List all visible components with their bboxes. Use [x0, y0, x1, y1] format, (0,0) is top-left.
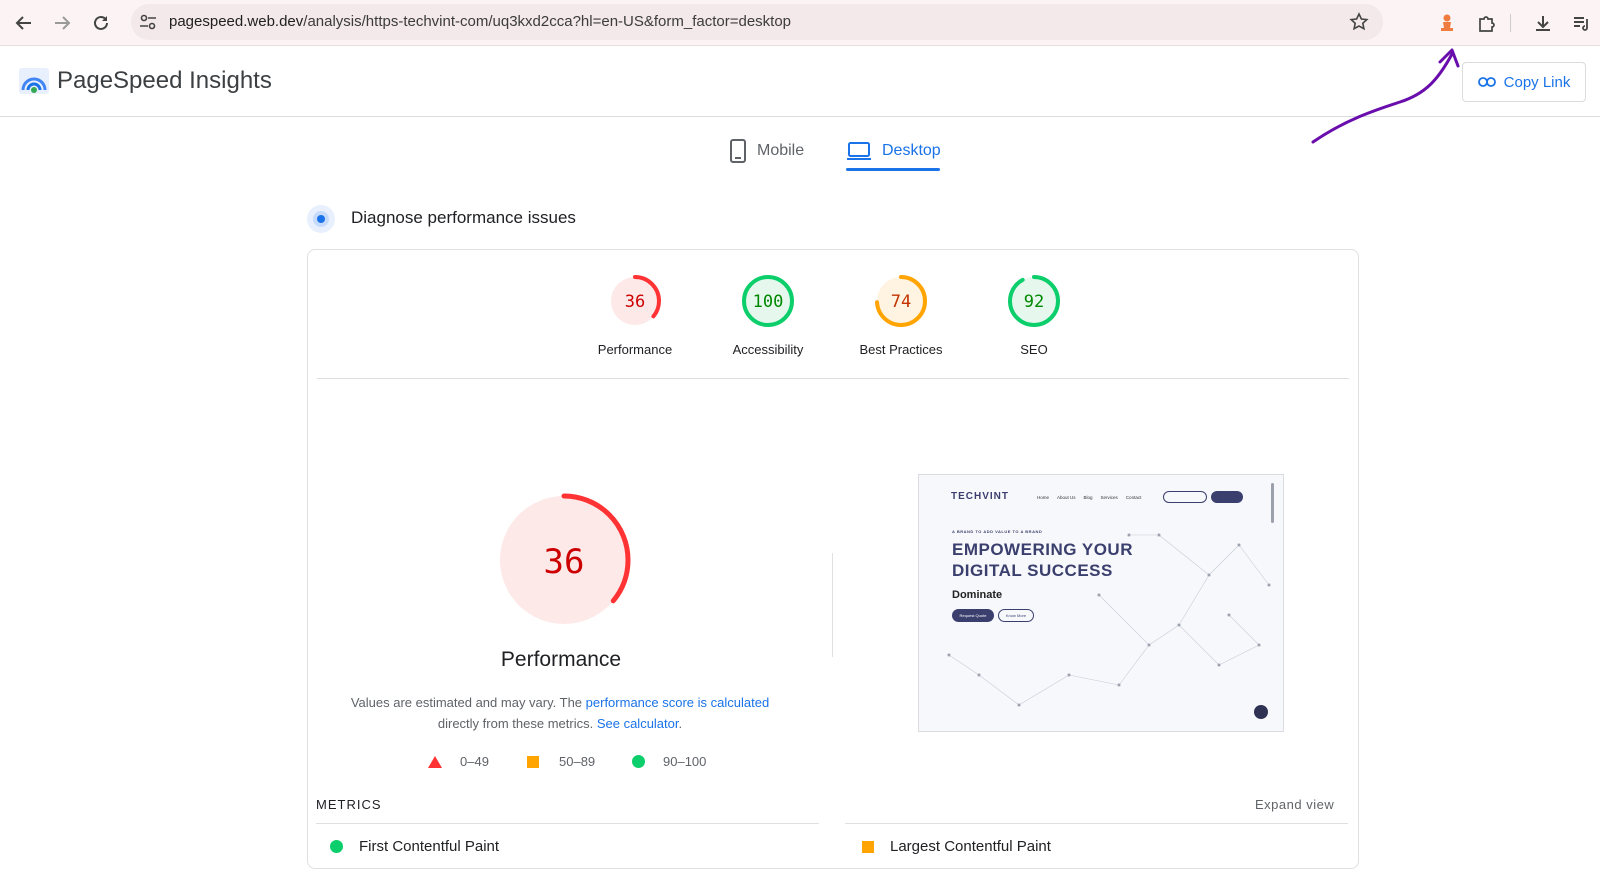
metrics-divider-right: [845, 823, 1348, 824]
screenshot-quote-button: [1211, 491, 1243, 503]
screenshot-subheadline: Dominate: [952, 589, 1003, 601]
legend-range: 90–100: [663, 754, 707, 769]
square-icon: [527, 755, 539, 768]
triangle-icon: [428, 755, 442, 768]
circle-icon: [632, 755, 645, 768]
screenshot-headline: EMPOWERING YOUR DIGITAL SUCCESS: [952, 539, 1133, 581]
gauge-label: SEO: [1020, 342, 1048, 357]
metrics-divider-left: [316, 823, 819, 824]
bookmark-star-icon[interactable]: [1349, 12, 1369, 32]
arrow-left-icon: [15, 16, 31, 30]
screenshot-scrollbar: [1271, 483, 1274, 523]
tab-desktop[interactable]: Desktop: [846, 130, 941, 172]
legend-range: 0–49: [460, 754, 489, 769]
screenshot-request-button: Request Quote: [952, 609, 994, 622]
gauge-ring: 100: [742, 275, 794, 327]
reload-icon: [94, 15, 108, 30]
score-note: Values are estimated and may vary. The p…: [330, 692, 790, 734]
tab-mobile[interactable]: Mobile: [729, 130, 804, 172]
screenshot-nav-item: Home: [1037, 495, 1050, 500]
gauge-accessibility[interactable]: 100 Accessibility: [708, 273, 828, 357]
metric-label: First Contentful Paint: [359, 838, 500, 855]
legend-fail: 0–49: [428, 754, 489, 769]
performance-heading: Performance: [500, 648, 622, 671]
note-text-1: Values are estimated and may vary. The: [350, 695, 586, 710]
gauge-label: Performance: [597, 342, 673, 357]
app-title: PageSpeed Insights: [57, 67, 272, 94]
forward-button[interactable]: [47, 8, 77, 38]
performance-big-gauge: 36: [497, 493, 631, 627]
gauge-ring: 74: [875, 275, 927, 327]
gauge-ring: 92: [1008, 275, 1060, 327]
metric-label: Largest Contentful Paint: [890, 838, 1051, 855]
performance-score-link[interactable]: performance score is calculated: [586, 695, 770, 710]
diagnose-icon: [307, 205, 335, 233]
svg-text:36: 36: [625, 292, 645, 312]
url-path: /analysis/https-techvint-com/uq3kxd2cca?…: [303, 13, 792, 30]
page-screenshot[interactable]: TECHVINT Home About Us Blog Services Con…: [918, 474, 1284, 732]
browser-toolbar: pagespeed.web.dev/analysis/https-techvin…: [0, 0, 1600, 46]
url-text[interactable]: pagespeed.web.dev/analysis/https-techvin…: [169, 13, 791, 30]
svg-text:92: 92: [1024, 292, 1044, 312]
gauge-ring: 36: [609, 275, 661, 327]
copy-link-label: Copy Link: [1503, 73, 1571, 91]
legend-range: 50–89: [559, 754, 596, 769]
see-calculator-link[interactable]: See calculator: [597, 716, 679, 731]
note-text-3: .: [678, 716, 683, 731]
screenshot-nav-item: Blog: [1083, 495, 1093, 500]
copy-link-button[interactable]: Copy Link: [1462, 62, 1586, 102]
expand-view-button[interactable]: Expand view: [1255, 797, 1334, 812]
reading-list-icon[interactable]: [1566, 8, 1596, 38]
screenshot-headline-2: DIGITAL SUCCESS: [952, 561, 1113, 580]
legend-pass: 90–100: [632, 754, 706, 769]
toolbar-divider: [1510, 14, 1511, 32]
screenshot-know-more-button: Know More: [998, 609, 1034, 622]
tab-mobile-label: Mobile: [757, 142, 805, 159]
reload-button[interactable]: [86, 8, 116, 38]
network-background: [947, 533, 1271, 707]
metric-lcp: Largest Contentful Paint: [862, 838, 1051, 855]
metrics-title: METRICS: [316, 797, 382, 812]
legend-average: 50–89: [527, 754, 595, 769]
metric-fcp: First Contentful Paint: [330, 838, 499, 855]
average-square-icon: [862, 840, 874, 853]
address-bar[interactable]: pagespeed.web.dev/analysis/https-techvin…: [131, 4, 1383, 40]
vertical-divider: [832, 553, 833, 657]
screenshot-tagline: A BRAND TO ADD VALUE TO A BRAND: [952, 529, 1043, 534]
site-settings-icon[interactable]: [137, 12, 159, 32]
url-host: pagespeed.web.dev: [169, 13, 304, 30]
phone-icon: [730, 139, 746, 163]
screenshot-nav-item: Services: [1100, 495, 1118, 500]
downloads-icon[interactable]: [1528, 8, 1558, 38]
screenshot-headline-1: EMPOWERING YOUR: [952, 540, 1133, 559]
gauge-label: Best Practices: [859, 342, 943, 357]
arrow-right-icon: [55, 16, 71, 30]
pass-circle-icon: [330, 840, 343, 853]
screenshot-nav-item: About Us: [1057, 495, 1076, 500]
gauge-seo[interactable]: 92 SEO: [974, 273, 1094, 357]
pagespeed-logo-icon: [19, 68, 49, 94]
screenshot-phone-button: [1163, 491, 1207, 503]
link-icon: [1477, 77, 1496, 87]
extensions-puzzle-icon[interactable]: [1471, 8, 1501, 38]
extension-chess-icon[interactable]: [1432, 8, 1462, 38]
tab-desktop-label: Desktop: [882, 142, 941, 159]
svg-text:100: 100: [753, 292, 784, 312]
back-button[interactable]: [9, 8, 39, 38]
active-tab-indicator: [846, 168, 940, 171]
svg-text:36: 36: [544, 542, 585, 582]
section-divider: [317, 378, 1349, 379]
gauge-performance[interactable]: 36 Performance: [575, 273, 695, 357]
gauge-best-practices[interactable]: 74 Best Practices: [841, 273, 961, 357]
screenshot-nav: Home About Us Blog Services Contact: [1037, 495, 1141, 500]
screenshot-brand: TECHVINT: [951, 491, 1009, 502]
note-text-2: directly from these metrics.: [437, 716, 594, 731]
laptop-icon: [847, 142, 871, 160]
screenshot-chat-icon: [1254, 705, 1268, 719]
screenshot-nav-item: Contact: [1125, 495, 1142, 500]
diagnose-title: Diagnose performance issues: [351, 208, 576, 227]
svg-text:74: 74: [891, 292, 911, 312]
app-header: PageSpeed Insights Copy Link: [0, 46, 1600, 117]
gauge-label: Accessibility: [732, 342, 804, 357]
